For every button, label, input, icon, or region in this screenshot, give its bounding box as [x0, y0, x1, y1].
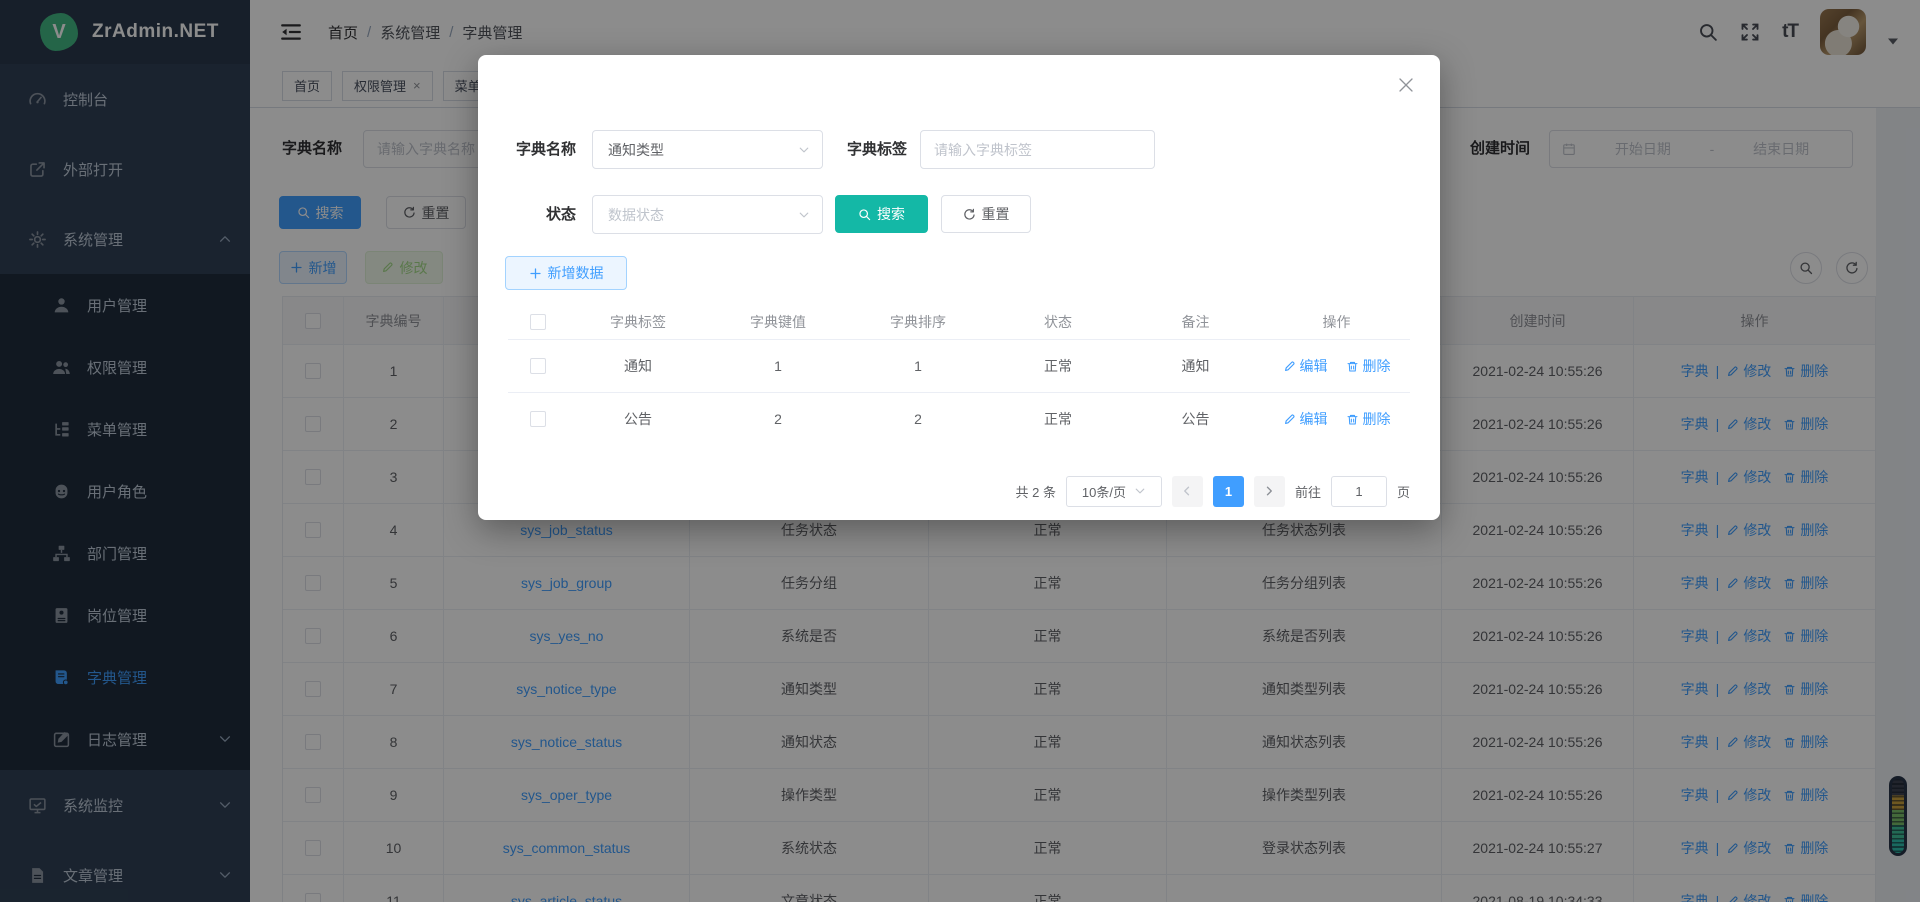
search-icon: [858, 208, 871, 221]
prev-page-button[interactable]: [1172, 476, 1203, 507]
edit-link[interactable]: 编辑: [1283, 409, 1328, 429]
chevron-right-icon: [1263, 485, 1275, 497]
app-root: V ZrAdmin.NET 控制台 外部打开 系统管理 用户管理 权限管理 菜单…: [0, 0, 1920, 902]
cell-remark: 通知: [1128, 356, 1263, 376]
goto-label: 前往: [1295, 482, 1321, 501]
cell-status: 正常: [988, 356, 1128, 376]
delete-link[interactable]: 删除: [1346, 356, 1391, 376]
modal-dict-name-select[interactable]: 通知类型: [592, 130, 823, 169]
next-page-button[interactable]: [1254, 476, 1285, 507]
chevron-down-icon: [1134, 485, 1146, 497]
pagination-total: 共 2 条: [1016, 482, 1056, 501]
cell-dict-value: 2: [708, 411, 848, 427]
cell-dict-value: 1: [708, 358, 848, 374]
modal-reset-button[interactable]: 重置: [941, 195, 1031, 233]
modal-table-row: 通知 1 1 正常 通知 编辑删除: [508, 339, 1410, 392]
page-unit-label: 页: [1397, 482, 1410, 501]
chevron-down-icon: [798, 209, 810, 221]
pencil-icon: [1283, 413, 1296, 426]
chevron-left-icon: [1181, 485, 1193, 497]
dict-data-modal: 字典名称 通知类型 字典标签 状态 数据状态 搜索 重置 新增数据 字典标签: [478, 55, 1440, 520]
modal-dict-label-label: 字典标签: [835, 130, 907, 169]
page-size-select[interactable]: 10条/页: [1066, 476, 1162, 507]
cell-dict-sort: 2: [848, 411, 988, 427]
add-data-button[interactable]: 新增数据: [505, 256, 627, 290]
modal-col-value: 字典键值: [708, 312, 848, 332]
modal-col-status: 状态: [988, 312, 1128, 332]
trash-icon: [1346, 360, 1359, 373]
edit-link[interactable]: 编辑: [1283, 356, 1328, 376]
modal-status-select[interactable]: 数据状态: [592, 195, 823, 234]
plus-icon: [529, 267, 542, 280]
cell-status: 正常: [988, 409, 1128, 429]
row-checkbox[interactable]: [530, 411, 546, 427]
modal-select-all-checkbox[interactable]: [530, 314, 546, 330]
pagination: 共 2 条 10条/页 1 前往 页: [1016, 475, 1411, 507]
cell-actions: 编辑删除: [1263, 356, 1410, 376]
modal-col-label: 字典标签: [568, 312, 708, 332]
modal-dict-name-label: 字典名称: [488, 130, 576, 169]
dict-data-table: 字典标签 字典键值 字典排序 状态 备注 操作 通知 1 1 正常 通知 编辑删…: [508, 305, 1410, 445]
cell-dict-sort: 1: [848, 358, 988, 374]
modal-col-actions: 操作: [1263, 312, 1410, 332]
cell-remark: 公告: [1128, 409, 1263, 429]
modal-status-label: 状态: [488, 195, 576, 234]
modal-col-sort: 字典排序: [848, 312, 988, 332]
cell-actions: 编辑删除: [1263, 409, 1410, 429]
row-checkbox[interactable]: [530, 358, 546, 374]
modal-dict-label-input[interactable]: [920, 130, 1155, 169]
modal-table-header-row: 字典标签 字典键值 字典排序 状态 备注 操作: [508, 305, 1410, 339]
page-number-button[interactable]: 1: [1213, 476, 1244, 507]
modal-search-button[interactable]: 搜索: [835, 195, 928, 233]
cell-dict-label: 公告: [568, 409, 708, 429]
cell-dict-label: 通知: [568, 356, 708, 376]
delete-link[interactable]: 删除: [1346, 409, 1391, 429]
goto-page-input[interactable]: [1331, 476, 1387, 507]
close-icon[interactable]: [1398, 77, 1414, 93]
chevron-down-icon: [798, 144, 810, 156]
modal-col-remark: 备注: [1128, 312, 1263, 332]
refresh-icon: [963, 208, 976, 221]
modal-table-body: 通知 1 1 正常 通知 编辑删除 公告 2 2 正常 公告 编辑删除: [508, 339, 1410, 445]
trash-icon: [1346, 413, 1359, 426]
modal-table-row: 公告 2 2 正常 公告 编辑删除: [508, 392, 1410, 445]
pencil-icon: [1283, 360, 1296, 373]
